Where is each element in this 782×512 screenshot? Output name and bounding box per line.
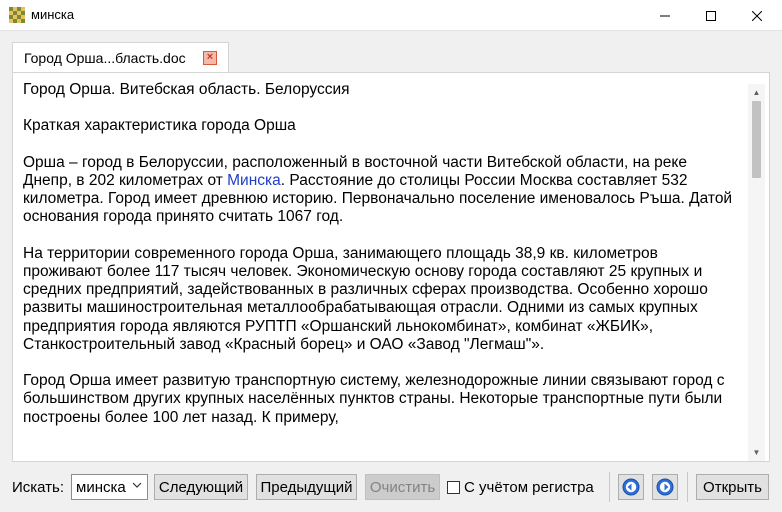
search-toolbar: Искать: минска Следующий Предыдущий Очис…	[0, 464, 782, 512]
close-icon	[752, 10, 762, 21]
search-combobox[interactable]: минска	[71, 474, 148, 500]
document-text[interactable]: Город Орша. Витебская область. Белорусси…	[23, 81, 735, 461]
forward-button[interactable]	[652, 474, 678, 500]
app-chessboard-icon	[9, 7, 25, 23]
find-next-button[interactable]: Следующий	[154, 474, 248, 500]
back-button[interactable]	[618, 474, 644, 500]
doc-paragraph: Город Орша имеет развитую транспортную с…	[23, 372, 725, 426]
tab-label: Город Орша...бласть.doc	[24, 50, 186, 66]
search-input[interactable]: минска	[76, 479, 126, 496]
clear-button[interactable]: Очистить	[365, 474, 440, 500]
doc-subheading: Краткая характеристика города Орша	[23, 117, 296, 135]
match-case-label[interactable]: С учётом регистра	[464, 479, 594, 496]
scroll-thumb[interactable]	[752, 101, 761, 178]
open-button[interactable]: Открыть	[696, 474, 769, 500]
document-tab[interactable]: Город Орша...бласть.doc ×	[12, 42, 229, 72]
arrow-right-circle-icon	[656, 478, 674, 496]
toolbar-divider	[609, 472, 610, 502]
search-label: Искать:	[12, 479, 65, 496]
scroll-down-arrow-icon[interactable]: ▼	[748, 444, 765, 461]
toolbar-divider	[687, 472, 688, 502]
doc-paragraph: На территории современного города Орша, …	[23, 244, 708, 353]
tab-close-icon[interactable]: ×	[203, 51, 217, 65]
doc-heading: Город Орша. Витебская область. Белорусси…	[23, 81, 350, 98]
title-bar: минска	[0, 0, 782, 31]
minimize-icon	[660, 15, 670, 16]
find-previous-button[interactable]: Предыдущий	[256, 474, 357, 500]
chevron-down-icon[interactable]	[132, 480, 142, 491]
search-match-link[interactable]: Минска	[227, 172, 281, 189]
arrow-left-circle-icon	[622, 478, 640, 496]
maximize-button[interactable]	[688, 0, 734, 31]
document-panel: Город Орша. Витебская область. Белорусси…	[12, 72, 770, 462]
scroll-up-arrow-icon[interactable]: ▲	[748, 84, 765, 101]
vertical-scrollbar[interactable]: ▲ ▼	[748, 84, 765, 461]
match-case-checkbox[interactable]	[447, 481, 460, 494]
close-window-button[interactable]	[734, 0, 780, 31]
minimize-button[interactable]	[642, 0, 688, 31]
window-title: минска	[31, 7, 75, 22]
maximize-icon	[706, 10, 716, 21]
doc-paragraph: Орша – город в Белоруссии, расположенный…	[23, 154, 735, 227]
